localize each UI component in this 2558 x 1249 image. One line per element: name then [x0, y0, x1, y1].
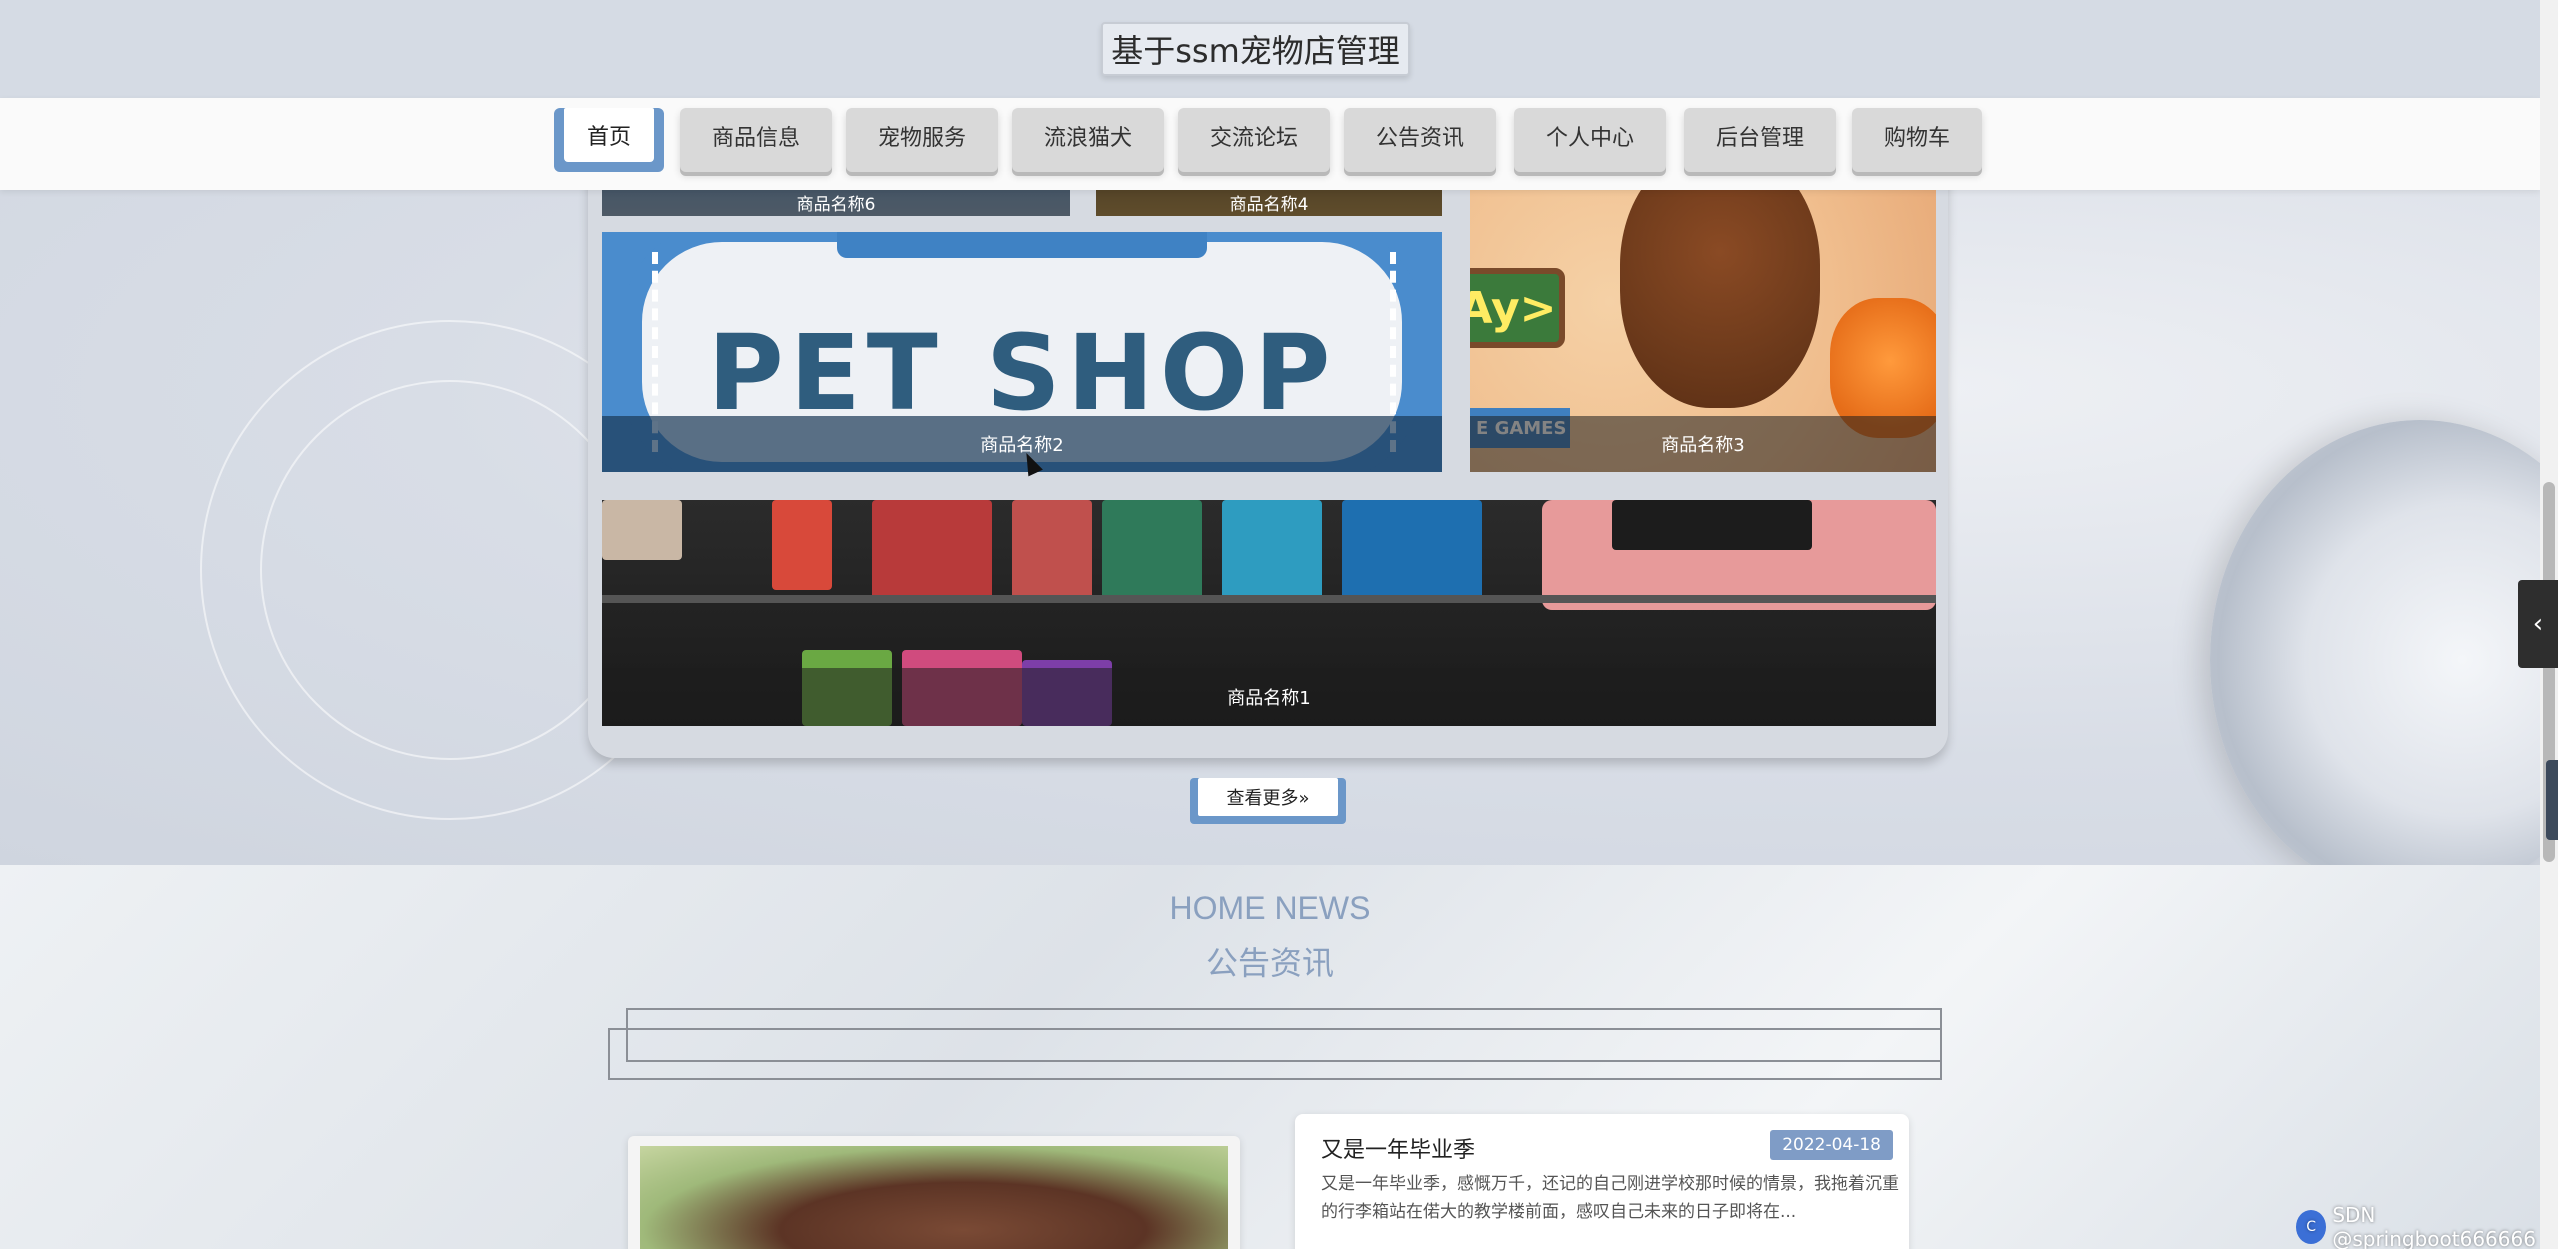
- nav-item-forum[interactable]: 交流论坛: [1178, 108, 1330, 172]
- news-card[interactable]: 又是一年毕业季 2022-04-18 又是一年毕业季，感慨万千，还记的自己刚进学…: [1295, 1114, 1909, 1249]
- game-sign: Ay>: [1470, 268, 1565, 348]
- background-ring: [260, 380, 640, 760]
- product-tile-2[interactable]: PET SHOP 商品名称2: [602, 232, 1442, 472]
- product-caption: 商品名称1: [602, 668, 1936, 726]
- news-section-title-cn: 公告资讯: [1205, 944, 1334, 982]
- product-tile-3[interactable]: Ay> E GAMES 商品名称3: [1470, 188, 1936, 472]
- view-more-label: 查看更多»: [1198, 778, 1338, 816]
- pet-bed-inner: [1612, 500, 1812, 550]
- petshop-band: [837, 232, 1207, 258]
- cartoon-dog: [1620, 188, 1820, 408]
- package: [1012, 500, 1092, 600]
- nav-item-home[interactable]: 首页: [554, 108, 664, 172]
- nav-item-stray-pets[interactable]: 流浪猫犬: [1012, 108, 1164, 172]
- nav-item-admin[interactable]: 后台管理: [1684, 108, 1836, 172]
- watermark-text: SDN @springboot666666: [2332, 1203, 2536, 1249]
- package: [1102, 500, 1202, 600]
- products-panel: 商品名称6 商品名称4 PET SHOP 商品名称2 Ay> E GAMES 商…: [588, 150, 1948, 758]
- shelf: [602, 595, 1936, 603]
- nav-item-label: 首页: [564, 108, 654, 162]
- product-caption: 商品名称6: [602, 188, 1070, 216]
- site-title: 基于ssm宠物店管理: [1101, 22, 1410, 76]
- nav-item-pet-services[interactable]: 宠物服务: [846, 108, 998, 172]
- package: [602, 500, 682, 560]
- package: [1222, 500, 1322, 600]
- news-date-badge: 2022-04-18: [1770, 1130, 1893, 1160]
- news-frame-outline: [608, 1028, 1942, 1080]
- nav-item-profile[interactable]: 个人中心: [1514, 108, 1666, 172]
- csdn-logo-icon: C: [2296, 1210, 2327, 1244]
- nav-item-news[interactable]: 公告资讯: [1344, 108, 1496, 172]
- package: [772, 500, 832, 590]
- product-tile-1[interactable]: 商品名称1: [602, 500, 1936, 726]
- view-more-button[interactable]: 查看更多»: [1190, 778, 1346, 824]
- main-nav: 首页 商品信息 宠物服务 流浪猫犬 交流论坛 公告资讯 个人中心 后台管理 购物…: [0, 98, 2540, 190]
- side-tab[interactable]: [2546, 760, 2558, 840]
- news-section-title-en: HOME NEWS: [1169, 890, 1371, 926]
- product-caption: 商品名称3: [1470, 416, 1936, 472]
- news-image: [640, 1146, 1228, 1249]
- news-image-card[interactable]: [628, 1136, 1240, 1249]
- chevron-left-icon[interactable]: ‹: [2518, 580, 2558, 668]
- package: [1342, 500, 1482, 600]
- watermark: C SDN @springboot666666: [2296, 1203, 2558, 1249]
- news-summary: 又是一年毕业季，感慨万千，还记的自己刚进学校那时候的情景，我拖着沉重的行李箱站在…: [1321, 1174, 1899, 1222]
- nav-item-products[interactable]: 商品信息: [680, 108, 832, 172]
- site-header: 基于ssm宠物店管理: [0, 0, 2540, 98]
- package: [872, 500, 992, 600]
- news-title: 又是一年毕业季: [1321, 1138, 1476, 1163]
- product-caption: 商品名称4: [1096, 188, 1442, 216]
- nav-item-cart[interactable]: 购物车: [1852, 108, 1982, 172]
